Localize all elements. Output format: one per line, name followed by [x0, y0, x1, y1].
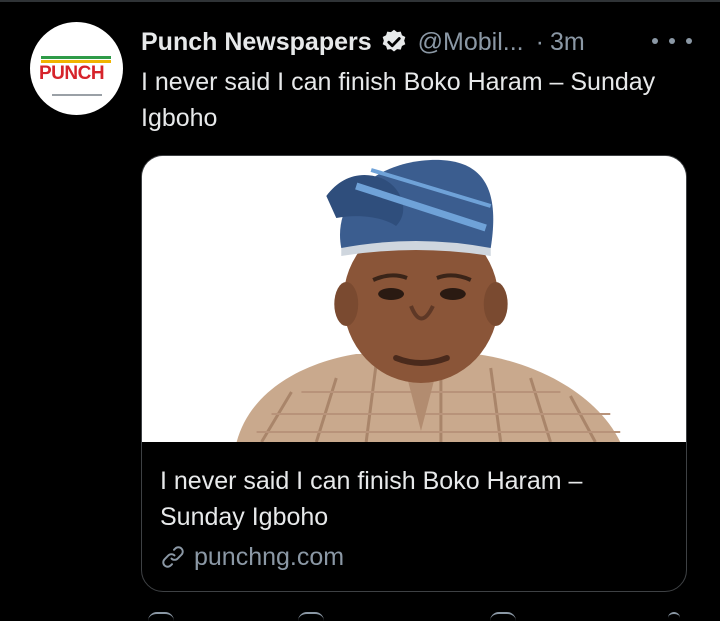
card-title[interactable]: I never said I can finish Boko Haram – S…	[160, 463, 670, 535]
tweet-header: Punch Newspapers @Mobil... · 3m	[141, 24, 720, 60]
top-divider	[0, 0, 720, 2]
avatar-logo-text: PUNCH	[39, 63, 105, 84]
more-dot	[669, 38, 675, 44]
avatar-tagline	[52, 94, 102, 96]
tweet-timestamp[interactable]: 3m	[550, 28, 585, 57]
more-dot	[652, 38, 658, 44]
reply-icon[interactable]	[148, 612, 174, 621]
link-preview-card[interactable]: I never said I can finish Boko Haram – S…	[141, 155, 687, 592]
retweet-icon[interactable]	[298, 612, 324, 621]
more-options-icon[interactable]	[652, 28, 692, 54]
card-domain: punchng.com	[194, 542, 345, 571]
card-image[interactable]	[142, 156, 686, 442]
author-name[interactable]: Punch Newspapers	[141, 28, 372, 57]
more-dot	[686, 38, 692, 44]
avatar[interactable]: PUNCH	[30, 22, 123, 115]
header-separator: ·	[535, 27, 544, 56]
card-link-row[interactable]: punchng.com	[160, 541, 344, 573]
link-icon	[162, 546, 184, 568]
author-handle[interactable]: @Mobil...	[418, 28, 524, 57]
avatar-stripe-green	[41, 56, 111, 59]
like-icon[interactable]	[490, 612, 516, 621]
tweet-text: I never said I can finish Boko Haram – S…	[141, 68, 656, 132]
verified-badge-icon	[382, 29, 405, 52]
share-icon[interactable]	[668, 612, 680, 621]
